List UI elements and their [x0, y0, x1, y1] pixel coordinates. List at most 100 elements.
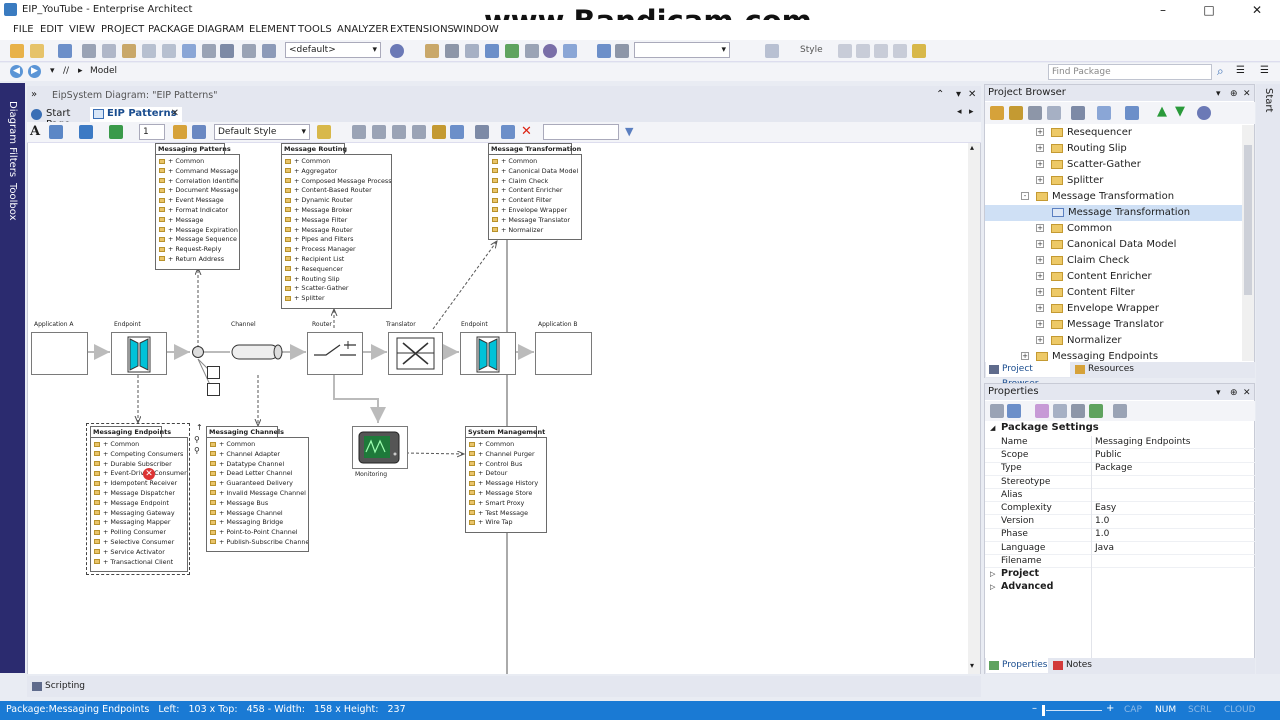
save-icon[interactable] — [58, 44, 72, 58]
package-item[interactable]: + Competing Consumers — [91, 450, 187, 460]
package-item[interactable]: + Format Indicator — [156, 206, 239, 216]
collapse-icon[interactable]: - — [1021, 192, 1029, 200]
package-item[interactable]: + Dynamic Router — [282, 196, 391, 206]
property-row[interactable]: Stereotype — [985, 476, 1255, 489]
scroll-left-icon[interactable]: ◂ — [957, 107, 962, 117]
fill-icon[interactable] — [874, 44, 888, 58]
categorized-icon[interactable] — [990, 404, 1004, 418]
package-tab-routing[interactable]: Message Routing — [281, 143, 347, 154]
property-row[interactable]: Phase 1.0 — [985, 528, 1255, 542]
package-tab-patterns[interactable]: Messaging Patterns — [155, 143, 231, 154]
get-style-icon[interactable] — [192, 125, 206, 139]
tree-item[interactable]: + Splitter — [1036, 173, 1103, 189]
tab-scripting[interactable]: Scripting — [29, 679, 89, 694]
package-item[interactable]: + Message Router — [282, 226, 391, 236]
search-icon[interactable]: ⌕ — [1217, 64, 1224, 79]
tab-notes[interactable]: Notes — [1050, 658, 1100, 673]
same-size-icon[interactable] — [432, 125, 446, 139]
package-item[interactable]: + Process Manager — [282, 245, 391, 255]
align-top-icon[interactable] — [392, 125, 406, 139]
package-item[interactable]: + Canonical Data Model — [489, 167, 581, 177]
close-tab-icon[interactable]: ✕ — [171, 108, 179, 119]
package-item[interactable]: + Message Bus — [207, 499, 308, 509]
breadcrumb[interactable]: Model — [90, 66, 117, 76]
package-item[interactable]: + Return Address — [156, 255, 239, 265]
package-tab-channels[interactable]: Messaging Channels — [206, 426, 284, 437]
paste-icon[interactable] — [122, 44, 136, 58]
channel-junction[interactable] — [192, 346, 204, 358]
package-tab-transformation[interactable]: Message Transformation — [488, 143, 581, 154]
package-item[interactable]: + Message Translator — [489, 216, 581, 226]
menu-package[interactable]: PACKAGE — [146, 23, 196, 36]
diagram-icon[interactable] — [445, 44, 459, 58]
package-messaging-channels[interactable]: + Common + Channel Adapter + Datatype Chan… — [206, 437, 309, 552]
menu-element[interactable]: ELEMENT — [247, 23, 298, 36]
menu-extensions[interactable]: EXTENSIONS — [388, 23, 456, 36]
package-item[interactable]: + Durable Subscriber — [91, 460, 187, 470]
package-item[interactable]: + Splitter — [282, 294, 391, 304]
package-item[interactable]: + Message — [156, 216, 239, 226]
toolbox-tab[interactable]: Toolbox — [7, 183, 18, 221]
package-item[interactable]: + Common — [156, 157, 239, 167]
package-item[interactable]: + Guaranteed Delivery — [207, 479, 308, 489]
zoom-icon[interactable] — [262, 44, 276, 58]
style-icon[interactable] — [765, 44, 779, 58]
application-b-node[interactable] — [535, 332, 592, 375]
pane-menu-icon[interactable]: ▾ — [1216, 385, 1221, 401]
package-item[interactable]: + Polling Consumer — [91, 528, 187, 538]
scroll-thumb[interactable] — [1244, 145, 1252, 295]
expand-icon[interactable]: + — [1036, 272, 1044, 280]
pin-icon[interactable]: ⊕ — [1230, 385, 1238, 401]
filter-icon[interactable]: ▼ — [625, 125, 633, 138]
property-row[interactable]: Name Messaging Endpoints — [985, 436, 1255, 450]
tree-item[interactable]: + Canonical Data Model — [1036, 237, 1176, 253]
font-icon[interactable]: A — [30, 124, 40, 139]
endpoint1-node[interactable] — [111, 332, 167, 375]
collapse-all-icon[interactable] — [1125, 106, 1139, 120]
tree-item[interactable]: - Message Transformation — [1021, 189, 1174, 205]
package-item[interactable]: + Content Enricher — [489, 186, 581, 196]
line-icon[interactable] — [893, 44, 907, 58]
pane-menu-icon[interactable]: ▾ — [1216, 86, 1221, 102]
package-item[interactable]: + Message Broker — [282, 206, 391, 216]
package-item[interactable]: + Document Message — [156, 186, 239, 196]
package-item[interactable]: + Detour — [466, 469, 546, 479]
package-item[interactable]: + Smart Proxy — [466, 499, 546, 509]
tree-item[interactable]: Message Transformation — [985, 205, 1242, 221]
channel-pipe-icon[interactable] — [230, 343, 284, 361]
package-message-transformation[interactable]: + Common + Canonical Data Model + Claim Ch… — [488, 154, 582, 240]
new-element-icon[interactable] — [1047, 106, 1061, 120]
apply-style-icon[interactable] — [173, 125, 187, 139]
nav-root[interactable]: // — [63, 66, 69, 76]
expand-icon[interactable]: + — [1036, 304, 1044, 312]
diagram-filters-tab[interactable]: Diagram Filters — [7, 101, 18, 177]
package-item[interactable]: + Message Expiration — [156, 226, 239, 236]
package-messaging-endpoints[interactable]: + Common + Competing Consumers + Durable S… — [90, 437, 188, 572]
print-icon[interactable] — [220, 44, 234, 58]
style-options-icon[interactable] — [317, 125, 331, 139]
package-item[interactable]: + Message Store — [466, 489, 546, 499]
find-icon[interactable] — [182, 44, 196, 58]
expand-icon[interactable]: + — [1036, 128, 1044, 136]
package-item[interactable]: + Service Activator — [91, 548, 187, 558]
format-icon[interactable] — [838, 44, 852, 58]
move-up-icon[interactable]: ▲ — [1157, 104, 1167, 119]
package-item[interactable]: + Point-to-Point Channel — [207, 528, 308, 538]
package-item[interactable]: + Test Message — [466, 509, 546, 519]
package-item[interactable]: + Request-Reply — [156, 245, 239, 255]
scroll-down-icon[interactable]: ▾ — [970, 661, 974, 670]
package-item[interactable]: + Wire Tap — [466, 518, 546, 528]
package-item[interactable]: + Message Endpoint — [91, 499, 187, 509]
package-message-routing[interactable]: + Common + Aggregator + Composed Message P… — [281, 154, 392, 309]
package-item[interactable]: + Composed Message Processor — [282, 177, 391, 187]
package-item[interactable]: + Messaging Gateway — [91, 509, 187, 519]
search-model-icon[interactable] — [563, 44, 577, 58]
property-row[interactable]: Alias — [985, 489, 1255, 503]
project-group[interactable]: ▷ Project — [985, 568, 1255, 581]
collapse-icon[interactable]: ⌃ — [936, 89, 944, 100]
package-item[interactable]: + Message Filter — [282, 216, 391, 226]
search-icon[interactable]: ⚲ — [194, 446, 200, 455]
undo-icon[interactable] — [142, 44, 156, 58]
tab-project-browser[interactable]: Project Browser — [986, 362, 1070, 389]
line-color-icon[interactable] — [109, 125, 123, 139]
